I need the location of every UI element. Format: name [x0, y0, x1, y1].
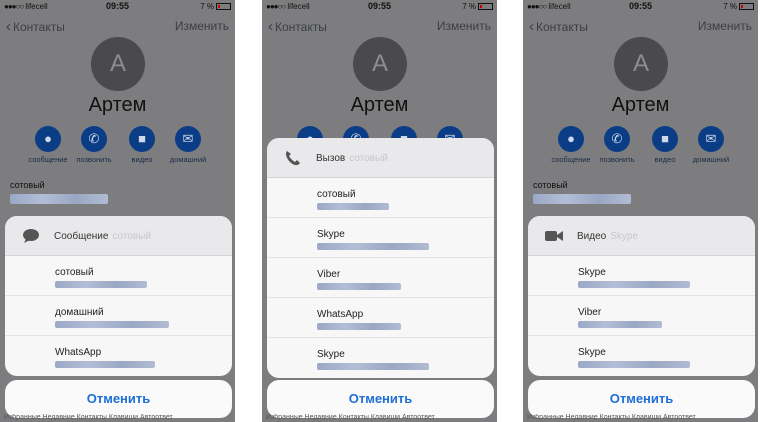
chevron-left-icon: ‹ [6, 18, 11, 35]
blurred-phone-number [10, 194, 108, 204]
sheet-option[interactable]: Viber [267, 258, 494, 298]
action-sheet: Видео Skype Skype Viber Skype [528, 216, 755, 376]
blurred-value [55, 321, 169, 328]
status-bar: ●●●○○ lifecell 09:55 7 % [262, 0, 497, 14]
avatar: A [91, 37, 145, 91]
blurred-value [578, 321, 662, 328]
back-button[interactable]: ‹ Контакты [529, 18, 588, 35]
video-camera-icon [545, 231, 563, 241]
status-bar: ●●●○○ lifecell 09:55 7 % [523, 0, 758, 14]
message-action-button[interactable]: ● сообщение [546, 126, 596, 164]
sheet-option[interactable]: Skype [267, 218, 494, 258]
sheet-title: Вызов [316, 153, 346, 164]
sheet-subtitle: Skype [610, 231, 639, 242]
sheet-header: Видео Skype [528, 216, 755, 256]
blurred-value [317, 323, 401, 330]
message-bubble-icon: ● [35, 126, 61, 152]
sheet-title: Сообщение [54, 231, 109, 242]
sheet-option[interactable]: WhatsApp [5, 336, 232, 376]
blurred-value [317, 363, 429, 370]
video-camera-icon: ■ [652, 126, 678, 152]
tab-bar: Избранные Недавние Контакты Клавиши Авто… [527, 414, 696, 421]
avatar: A [353, 37, 407, 91]
contact-name: Артем [611, 94, 670, 116]
chevron-left-icon: ‹ [529, 18, 534, 35]
call-action-button[interactable]: ✆ позвонить [69, 126, 119, 164]
sheet-option[interactable]: сотовый [5, 256, 232, 296]
blurred-phone-number [533, 194, 631, 204]
contact-name: Артем [350, 94, 409, 116]
blurred-value [317, 283, 401, 290]
cancel-button[interactable]: Отменить [5, 380, 232, 418]
cancel-button[interactable]: Отменить [267, 380, 494, 418]
sheet-option[interactable]: Viber [528, 296, 755, 336]
contact-actions: ● сообщение ✆ позвонить ■ видео ✉ домашний [0, 126, 235, 166]
envelope-icon: ✉ [175, 126, 201, 152]
phone-field-label: сотовый [10, 180, 45, 190]
phone-icon: ✆ [604, 126, 630, 152]
battery-percent: 7 % [200, 2, 214, 11]
contact-actions: ● сообщение ✆ позвонить ■ видео ✉ домашний [523, 126, 758, 166]
contact-name: Артем [88, 94, 147, 116]
blurred-value [578, 361, 690, 368]
back-button[interactable]: ‹ Контакты [268, 18, 327, 35]
sheet-subtitle: сотовый [349, 153, 388, 164]
sheet-header: Вызов сотовый [267, 138, 494, 178]
tab-bar: Избранные Недавние Контакты Клавиши Авто… [266, 414, 435, 421]
phone-icon: ✆ [81, 126, 107, 152]
edit-button[interactable]: Изменить [698, 19, 752, 33]
blurred-value [55, 361, 155, 368]
sheet-option[interactable]: сотовый [267, 178, 494, 218]
sheet-option[interactable]: Skype [267, 338, 494, 378]
mail-action-button[interactable]: ✉ домашний [686, 126, 736, 164]
video-action-button[interactable]: ■ видео [640, 126, 690, 164]
battery-percent: 7 % [723, 2, 737, 11]
phone-screen-video: ●●●○○ lifecell 09:55 7 % ‹ Контакты Измен… [523, 0, 758, 422]
battery-icon [739, 3, 754, 10]
blurred-value [317, 203, 389, 210]
battery-percent: 7 % [462, 2, 476, 11]
cancel-button[interactable]: Отменить [528, 380, 755, 418]
sheet-title: Видео [577, 231, 607, 242]
phone-screen-message: ●●●○○ lifecell 09:55 7 % ‹ Контакты Измен… [0, 0, 235, 422]
blurred-value [578, 281, 690, 288]
sheet-option[interactable]: домашний [5, 296, 232, 336]
video-action-button[interactable]: ■ видео [117, 126, 167, 164]
call-action-button[interactable]: ✆ позвонить [592, 126, 642, 164]
message-bubble-icon: ● [558, 126, 584, 152]
blurred-value [317, 243, 429, 250]
edit-button[interactable]: Изменить [175, 19, 229, 33]
sheet-option[interactable]: Skype [528, 336, 755, 376]
sheet-header: Сообщение сотовый [5, 216, 232, 256]
video-camera-icon: ■ [129, 126, 155, 152]
phone-icon [286, 151, 300, 166]
action-sheet: Вызов сотовый сотовый Skype Viber WhatsAp… [267, 138, 494, 378]
blurred-value [55, 281, 147, 288]
phone-field-label: сотовый [533, 180, 568, 190]
message-action-button[interactable]: ● сообщение [23, 126, 73, 164]
chevron-left-icon: ‹ [268, 18, 273, 35]
message-bubble-icon [23, 229, 39, 243]
mail-action-button[interactable]: ✉ домашний [163, 126, 213, 164]
sheet-subtitle: сотовый [112, 231, 151, 242]
tab-bar: Избранные Недавние Контакты Клавиши Авто… [4, 414, 173, 421]
battery-icon [478, 3, 493, 10]
action-sheet: Сообщение сотовый сотовый домашний WhatsA… [5, 216, 232, 376]
sheet-option[interactable]: WhatsApp [267, 298, 494, 338]
battery-icon [216, 3, 231, 10]
phone-screen-call: ●●●○○ lifecell 09:55 7 % ‹ Контакты Измен… [262, 0, 497, 422]
status-bar: ●●●○○ lifecell 09:55 7 % [0, 0, 235, 14]
edit-button[interactable]: Изменить [437, 19, 491, 33]
avatar: A [614, 37, 668, 91]
back-button[interactable]: ‹ Контакты [6, 18, 65, 35]
envelope-icon: ✉ [698, 126, 724, 152]
sheet-option[interactable]: Skype [528, 256, 755, 296]
